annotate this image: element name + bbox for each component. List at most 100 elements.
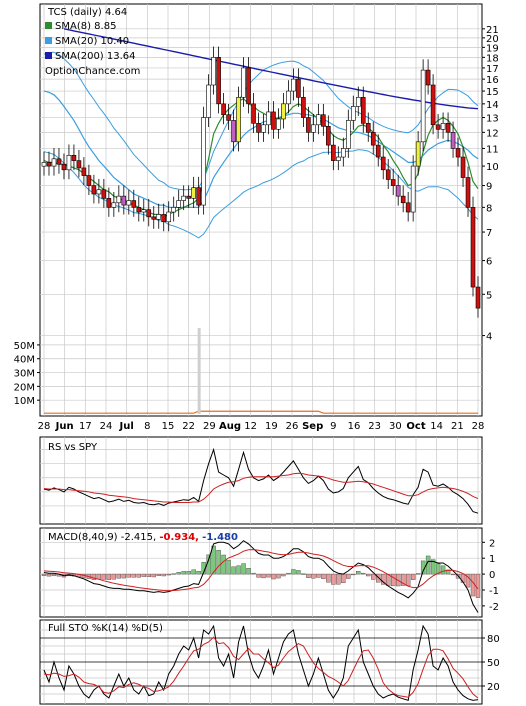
macd-histogram-readout: -1.480 bbox=[202, 532, 238, 543]
candle-body bbox=[191, 187, 196, 199]
macd-histogram-bar bbox=[156, 573, 161, 576]
x-tick-label: 17 bbox=[79, 421, 92, 432]
legend-sma8-label: SMA(8) 8.85 bbox=[55, 21, 116, 32]
candle-body bbox=[181, 195, 186, 201]
macd-histogram-bar bbox=[261, 573, 266, 579]
volume-tick-label: 30M bbox=[14, 369, 35, 380]
candle-body bbox=[96, 189, 102, 195]
macd-histogram-bar bbox=[136, 573, 141, 578]
price-tick-label: 14 bbox=[486, 100, 499, 111]
macd-histogram-bar bbox=[271, 573, 276, 580]
candle-body bbox=[326, 125, 331, 146]
x-tick-label: 26 bbox=[286, 421, 299, 432]
macd-histogram-bar bbox=[331, 573, 336, 585]
macd-histogram-bar bbox=[341, 573, 346, 584]
candle-body bbox=[410, 165, 416, 213]
x-tick-label: 29 bbox=[203, 421, 216, 432]
candle-body bbox=[86, 175, 92, 186]
candle-body bbox=[281, 103, 286, 120]
candle-body bbox=[66, 154, 72, 171]
candle-body bbox=[151, 216, 157, 220]
macd-tick-label: 2 bbox=[489, 538, 495, 549]
candle-body bbox=[46, 162, 52, 167]
x-tick-label: 19 bbox=[265, 421, 278, 432]
macd-panel: 2 1 0 -1 -2 MACD(8,40,9) -2.415, -0.934, -1.… bbox=[39, 527, 499, 618]
candle-body bbox=[196, 187, 201, 206]
candle-body bbox=[380, 156, 386, 171]
macd-histogram-bar bbox=[51, 573, 57, 577]
macd-histogram-bar bbox=[126, 573, 132, 578]
candle-body bbox=[395, 185, 401, 197]
sto-tick-label: 20 bbox=[487, 682, 500, 693]
macd-histogram-bar bbox=[116, 573, 122, 579]
candle-body bbox=[425, 69, 431, 86]
candle-body bbox=[370, 132, 376, 146]
macd-histogram-bar bbox=[390, 573, 396, 587]
macd-value-readout: -2.415, bbox=[121, 532, 156, 543]
x-tick-label: 16 bbox=[348, 421, 361, 432]
candle-body bbox=[101, 189, 107, 199]
price-tick-label: 18 bbox=[486, 53, 499, 64]
candle-body bbox=[420, 69, 426, 143]
price-panel: 456789101112131415161718192021 50M40M30M… bbox=[14, 3, 499, 432]
macd-histogram-bar bbox=[306, 573, 311, 578]
candle-body bbox=[81, 167, 87, 176]
price-tick-label: 15 bbox=[486, 87, 499, 98]
macd-histogram-bar bbox=[415, 573, 421, 575]
macd-histogram-bar bbox=[131, 573, 136, 578]
rs-panel-title: RS vs SPY bbox=[48, 442, 98, 453]
candle-body bbox=[236, 97, 241, 143]
macd-histogram-bar bbox=[246, 568, 251, 575]
macd-histogram-bar bbox=[186, 571, 191, 575]
macd-tick-label: 1 bbox=[489, 554, 495, 565]
candle-body bbox=[355, 97, 361, 107]
candle-body bbox=[296, 78, 301, 98]
macd-histogram-bar bbox=[296, 570, 301, 575]
macd-histogram-bar bbox=[161, 573, 166, 577]
macd-histogram-bar bbox=[181, 571, 186, 575]
macd-histogram-bar bbox=[41, 573, 47, 576]
candle-body bbox=[291, 78, 296, 92]
candle-body bbox=[440, 123, 446, 130]
price-tick-label: 6 bbox=[486, 257, 492, 268]
macd-histogram-bar bbox=[346, 573, 351, 579]
price-tick-label: 4 bbox=[486, 332, 492, 343]
macd-histogram-bar bbox=[311, 573, 316, 579]
macd-histogram-bar bbox=[256, 573, 261, 578]
sto-tick-label: 50 bbox=[487, 658, 500, 669]
macd-histogram-bar bbox=[326, 573, 331, 583]
candle-body bbox=[121, 195, 127, 206]
stock-chart-panel: 456789101112131415161718192021 50M40M30M… bbox=[14, 3, 500, 705]
x-tick-label: Oct bbox=[406, 421, 425, 432]
macd-histogram-bar bbox=[276, 573, 281, 579]
macd-histogram-bar bbox=[301, 573, 306, 575]
candle-body bbox=[141, 209, 147, 213]
candle-body bbox=[360, 97, 366, 124]
macd-histogram-bar bbox=[410, 573, 416, 580]
stochastic-panel-title: Full STO %K(14) %D(5) bbox=[48, 623, 163, 634]
macd-histogram-bar bbox=[450, 573, 456, 576]
x-tick-label: 15 bbox=[162, 421, 175, 432]
candle-body bbox=[176, 200, 181, 208]
candle-body bbox=[266, 111, 271, 126]
macd-histogram-bar bbox=[371, 573, 376, 580]
price-tick-label: 13 bbox=[486, 114, 499, 125]
legend-sma200-label: SMA(200) 13.64 bbox=[55, 51, 136, 62]
macd-histogram-bar bbox=[321, 573, 326, 579]
candle-body bbox=[216, 57, 221, 105]
candle-body bbox=[111, 202, 117, 208]
candle-body bbox=[116, 195, 122, 204]
candle-body bbox=[470, 207, 476, 288]
candle-body bbox=[321, 114, 326, 127]
volume-tick-label: 10M bbox=[14, 396, 35, 407]
candle-body bbox=[365, 123, 371, 133]
legend-sma20-label: SMA(20) 10.40 bbox=[55, 36, 129, 47]
candle-body bbox=[71, 154, 77, 161]
price-tick-label: 10 bbox=[486, 162, 499, 173]
macd-histogram-bar bbox=[176, 572, 181, 575]
macd-title-label: MACD(8,40,9) bbox=[48, 532, 118, 543]
macd-histogram-bar bbox=[356, 571, 361, 575]
candle-body bbox=[76, 160, 82, 169]
candle-body bbox=[91, 185, 97, 195]
x-tick-label: Sep bbox=[302, 421, 323, 432]
